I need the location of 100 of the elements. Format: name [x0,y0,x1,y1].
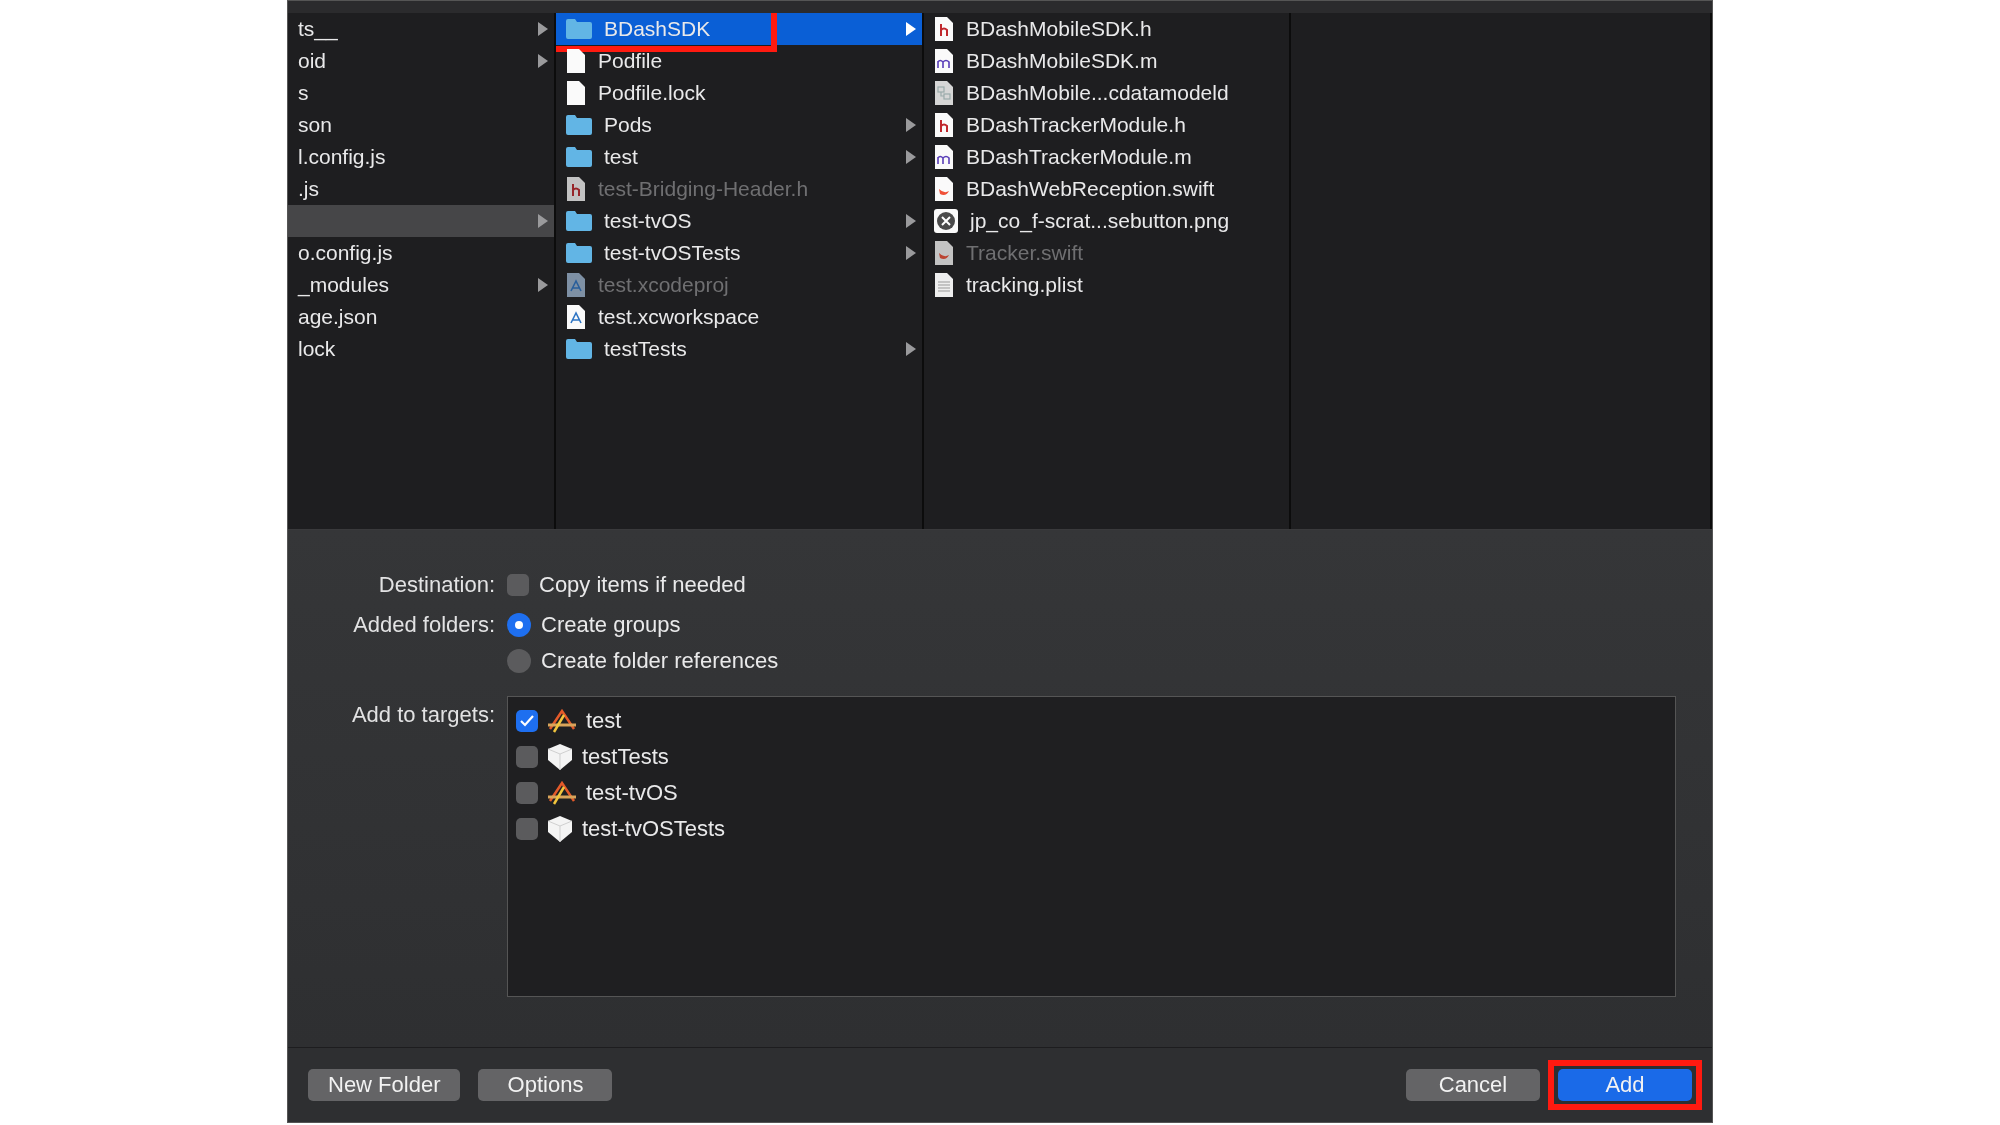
destination-label: Destination: [377,571,495,599]
file-row[interactable]: test-tvOSTests [556,237,922,269]
swift-file-icon [934,241,954,265]
target-name: testTests [582,744,669,770]
file-row[interactable]: Podfile [556,45,922,77]
header-file-icon [566,177,586,201]
file-name: Podfile.lock [598,81,707,105]
checkbox-label: Copy items if needed [539,572,746,598]
radio-button[interactable] [507,649,531,673]
file-row[interactable]: Pods [556,109,922,141]
app-target-icon [548,781,576,805]
folder-icon [566,243,592,263]
test-target-icon [548,744,572,770]
file-row[interactable]: .js [288,173,554,205]
radio-button[interactable] [507,613,531,637]
file-row[interactable]: lock [288,333,554,365]
added-folders-label: Added folders: [352,611,495,639]
file-name: test [604,145,639,169]
file-name: test-Bridging-Header.h [598,177,810,201]
folder-icon [566,19,592,39]
test-target-icon [548,816,572,842]
file-row[interactable]: ts__ [288,13,554,45]
file-row[interactable]: Podfile.lock [556,77,922,109]
radio-label: Create groups [541,612,681,638]
chevron-right-icon [906,246,916,260]
folder-icon [566,115,592,135]
file-row[interactable]: oid [288,45,554,77]
file-row[interactable]: BDashMobileSDK.h [924,13,1289,45]
targets-label: Add to targets: [350,701,495,729]
file-name: Pods [604,113,653,137]
header-file-icon [934,113,954,137]
chevron-right-icon [906,22,916,36]
file-name: test.xcodeproj [598,273,730,297]
swift-file-icon [934,177,954,201]
file-row[interactable]: jp_co_f-scrat...sebutton.png [924,205,1289,237]
file-name: BDashTrackerModule.h [966,113,1187,137]
folder-icon [566,211,592,231]
file-row[interactable]: BDashMobile...cdatamodeld [924,77,1289,109]
file-name: BDashTrackerModule.m [966,145,1193,169]
dialog-button[interactable]: New Folder [308,1069,461,1101]
chevron-right-icon [906,214,916,228]
document-icon [566,49,586,73]
file-row[interactable]: test [556,141,922,173]
file-row[interactable]: BDashTrackerModule.m [924,141,1289,173]
target-name: test-tvOS [586,780,678,806]
file-row[interactable]: testTests [556,333,922,365]
target-name: test-tvOSTests [582,816,726,842]
dialog-button[interactable]: Options [478,1069,613,1101]
file-name: o.config.js [298,241,394,265]
app-target-icon [548,709,576,733]
folder-icon [566,339,592,359]
checkbox[interactable] [516,746,538,768]
header-file-icon [934,17,954,41]
file-name: s [298,81,310,105]
chevron-right-icon [906,342,916,356]
chevron-right-icon [538,54,548,68]
file-name: jp_co_f-scrat...sebutton.png [970,209,1231,233]
file-row[interactable]: o.config.js [288,237,554,269]
file-name: BDashWebReception.swift [966,177,1216,201]
file-row[interactable]: BDashTrackerModule.h [924,109,1289,141]
source-file-icon [934,49,954,73]
checkbox[interactable] [516,818,538,840]
file-row[interactable]: BDashSDK [556,13,922,45]
file-row[interactable]: son [288,109,554,141]
checkbox[interactable] [507,574,529,596]
file-name: _modules [298,273,391,297]
file-name: age.json [298,305,379,329]
dialog-button[interactable]: Cancel [1406,1069,1540,1101]
checkbox[interactable] [516,782,538,804]
file-name: BDashSDK [604,17,712,41]
dialog-button[interactable]: Add [1558,1069,1692,1101]
chevron-right-icon [538,214,548,228]
target-name: test [586,708,622,734]
file-row[interactable]: s [288,77,554,109]
file-name: tracking.plist [966,273,1084,297]
radio-label: Create folder references [541,648,779,674]
file-row[interactable]: _modules [288,269,554,301]
file-name: .js [298,177,320,201]
chevron-right-icon [538,278,548,292]
chevron-right-icon [538,22,548,36]
file-row[interactable]: BDashMobileSDK.m [924,45,1289,77]
file-name: Tracker.swift [966,241,1085,265]
file-name: test.xcworkspace [598,305,761,329]
file-row[interactable]: l.config.js [288,141,554,173]
file-row[interactable]: test-tvOS [556,205,922,237]
source-file-icon [934,145,954,169]
list-file-icon [934,273,954,297]
folder-icon [566,147,592,167]
file-name: son [298,113,333,137]
file-row[interactable]: BDashWebReception.swift [924,173,1289,205]
file-row[interactable]: age.json [288,301,554,333]
file-name: test-tvOSTests [604,241,742,265]
file-name: test-tvOS [604,209,693,233]
file-name: BDashMobile...cdatamodeld [966,81,1230,105]
file-name: ts__ [298,17,339,41]
checkmark-icon [520,715,534,727]
file-name: oid [298,49,328,73]
file-row[interactable]: tracking.plist [924,269,1289,301]
checkbox[interactable] [516,710,538,732]
file-row[interactable]: test.xcworkspace [556,301,922,333]
